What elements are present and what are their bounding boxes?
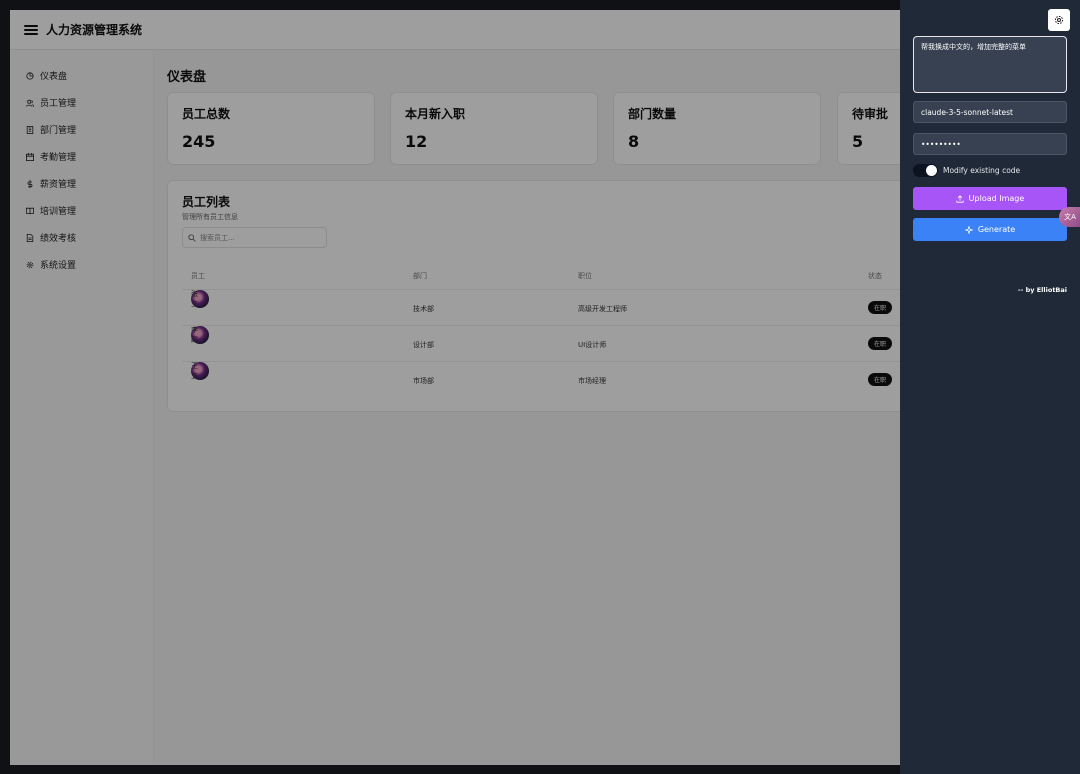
generate-button[interactable]: Generate — [913, 218, 1067, 241]
generate-label: Generate — [977, 225, 1016, 234]
author-credit: -- by ElliotBai — [1017, 286, 1067, 294]
upload-image-button[interactable]: Upload Image — [913, 187, 1067, 210]
modify-code-toggle[interactable] — [913, 164, 938, 177]
modify-code-label: Modify existing code — [943, 166, 1021, 175]
modify-code-toggle-row: Modify existing code — [913, 164, 1020, 177]
upload-image-label: Upload Image — [968, 194, 1025, 203]
translate-icon[interactable]: 文A — [1059, 207, 1080, 227]
upload-icon — [956, 194, 964, 203]
api-key-input[interactable] — [913, 133, 1067, 155]
model-input[interactable] — [913, 101, 1067, 123]
sparkle-icon — [964, 225, 973, 234]
hr-app-window: 人力资源管理系统 仪表盘 员工管理 部门管理 考勤管理 薪资管理 培训管理 绩效… — [10, 10, 900, 765]
code-generator-panel: 帮我换成中文的，增加完整的菜单 Modify existing code Upl… — [900, 0, 1080, 774]
prompt-textarea[interactable]: 帮我换成中文的，增加完整的菜单 — [913, 36, 1067, 93]
settings-button[interactable] — [1048, 9, 1070, 31]
gear-icon — [1054, 15, 1064, 25]
modal-backdrop[interactable] — [10, 10, 900, 765]
